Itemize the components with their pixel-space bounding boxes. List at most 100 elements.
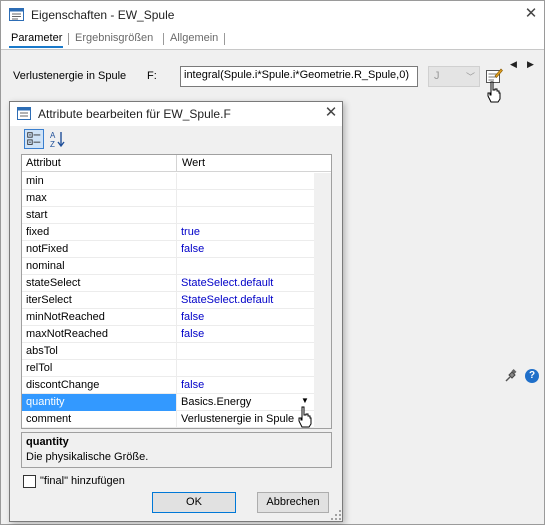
dialog-close-icon[interactable]: ✕ xyxy=(323,105,339,121)
attribute-name: discontChange xyxy=(26,379,100,391)
grid-scrollbar-area xyxy=(314,173,331,428)
description-panel: quantity Die physikalische Größe. xyxy=(21,432,332,468)
window-title: Eigenschaften - EW_Spule xyxy=(31,8,175,22)
attribute-row-maxNotReached[interactable]: maxNotReached false xyxy=(22,326,314,343)
attribute-name: start xyxy=(26,209,48,221)
description-text: Die physikalische Größe. xyxy=(26,451,149,463)
attribute-value[interactable]: StateSelect.default xyxy=(181,294,273,306)
unit-select[interactable]: J ﹀ xyxy=(428,66,480,87)
attribute-value[interactable]: StateSelect.default xyxy=(181,277,273,289)
cell-divider xyxy=(176,190,177,207)
attribute-name: max xyxy=(26,192,47,204)
attribute-row-comment[interactable]: comment Verlustenergie in Spule xyxy=(22,411,314,428)
cell-divider xyxy=(176,275,177,292)
attribute-row-nominal[interactable]: nominal xyxy=(22,258,314,275)
attribute-row-iterSelect[interactable]: iterSelect StateSelect.default xyxy=(22,292,314,309)
attribute-row-relTol[interactable]: relTol xyxy=(22,360,314,377)
cell-divider xyxy=(176,241,177,258)
attribute-row-stateSelect[interactable]: stateSelect StateSelect.default xyxy=(22,275,314,292)
final-checkbox-label[interactable]: "final" hinzufügen xyxy=(40,475,125,487)
attribute-row-discontChange[interactable]: discontChange false xyxy=(22,377,314,394)
attribute-value[interactable]: Verlustenergie in Spule xyxy=(181,413,294,425)
attribute-name: notFixed xyxy=(26,243,69,255)
attribute-name: fixed xyxy=(26,226,50,238)
window-titlebar: Eigenschaften - EW_Spule ✕ xyxy=(1,1,544,28)
attribute-row-notFixed[interactable]: notFixed false xyxy=(22,241,314,258)
hand-cursor-icon xyxy=(298,406,312,428)
tab-bar: Parameter Ergebnisgrößen Allgemein ◀ ▶ xyxy=(1,28,544,69)
attribute-value[interactable]: false xyxy=(181,311,204,323)
window-close-icon[interactable]: ✕ xyxy=(523,6,539,22)
cell-divider xyxy=(176,377,177,394)
cell-divider xyxy=(176,207,177,224)
tab-allgemein[interactable]: Allgemein xyxy=(170,32,218,44)
parameter-name: F: xyxy=(147,70,157,82)
cell-divider xyxy=(176,343,177,360)
grid-header: Attribut Wert xyxy=(22,155,331,172)
attribute-grid: Attribut Wert min max start fixed true notFix… xyxy=(21,154,332,429)
attribute-value[interactable]: false xyxy=(181,379,204,391)
cell-divider xyxy=(176,360,177,377)
dialog-titlebar: Attribute bearbeiten für EW_Spule.F ✕ xyxy=(10,102,342,126)
final-checkbox[interactable] xyxy=(23,475,36,488)
cell-divider xyxy=(176,173,177,190)
tab-separator xyxy=(68,33,69,45)
attribute-row-quantity[interactable]: quantity Basics.Energy ▼ xyxy=(22,394,314,411)
edit-attributes-dialog: Attribute bearbeiten für EW_Spule.F ✕ A … xyxy=(9,101,343,522)
attribute-value[interactable]: true xyxy=(181,226,200,238)
attribute-name: comment xyxy=(26,413,72,425)
attribute-name: nominal xyxy=(26,260,65,272)
attribute-name: quantity xyxy=(26,396,65,408)
attribute-value[interactable]: Basics.Energy xyxy=(181,396,251,408)
attribute-row-max[interactable]: max xyxy=(22,190,314,207)
cell-divider xyxy=(176,309,177,326)
cell-divider xyxy=(176,258,177,275)
tab-scroll-right-icon[interactable]: ▶ xyxy=(527,59,534,70)
tab-parameter[interactable]: Parameter xyxy=(11,32,62,44)
attribute-row-fixed[interactable]: fixed true xyxy=(22,224,314,241)
tab-separator xyxy=(224,33,225,45)
alphabetical-sort-icon[interactable]: A Z xyxy=(48,129,68,149)
help-icon[interactable]: ? xyxy=(525,369,539,383)
cell-divider xyxy=(176,326,177,343)
svg-text:A: A xyxy=(50,131,56,140)
dialog-window-icon xyxy=(17,107,31,120)
attribute-row-absTol[interactable]: absTol xyxy=(22,343,314,360)
cell-divider xyxy=(176,224,177,241)
attribute-row-minNotReached[interactable]: minNotReached false xyxy=(22,309,314,326)
svg-text:Z: Z xyxy=(50,140,55,149)
attribute-name: maxNotReached xyxy=(26,328,108,340)
attribute-name: min xyxy=(26,175,44,187)
dialog-title: Attribute bearbeiten für EW_Spule.F xyxy=(38,107,231,121)
chevron-down-icon: ﹀ xyxy=(465,72,475,82)
parameter-value-input[interactable]: integral(Spule.i*Spule.i*Geometrie.R_Spu… xyxy=(180,66,418,87)
parameter-label: Verlustenergie in Spule xyxy=(13,70,127,82)
cell-divider xyxy=(176,292,177,309)
tab-separator xyxy=(163,33,164,45)
column-header-attribut[interactable]: Attribut xyxy=(26,157,61,169)
cell-divider xyxy=(176,394,177,411)
attribute-value[interactable]: false xyxy=(181,243,204,255)
active-tab-indicator xyxy=(9,46,63,48)
dropdown-arrow-icon[interactable]: ▼ xyxy=(301,396,309,405)
attribute-name: relTol xyxy=(26,362,53,374)
cell-divider xyxy=(176,411,177,428)
unit-select-value: J xyxy=(434,70,440,82)
attribute-row-start[interactable]: start xyxy=(22,207,314,224)
attribute-name: minNotReached xyxy=(26,311,105,323)
cancel-button[interactable]: Abbrechen xyxy=(257,492,329,513)
description-title: quantity xyxy=(26,436,69,448)
column-separator[interactable] xyxy=(176,155,177,172)
attribute-row-min[interactable]: min xyxy=(22,173,314,190)
pin-icon[interactable] xyxy=(504,369,518,383)
resize-grip-icon[interactable] xyxy=(330,509,342,521)
column-header-wert[interactable]: Wert xyxy=(182,157,205,169)
tab-scroll-left-icon[interactable]: ◀ xyxy=(510,59,517,70)
properties-window-icon xyxy=(9,8,24,21)
attribute-value[interactable]: false xyxy=(181,328,204,340)
attribute-name: iterSelect xyxy=(26,294,72,306)
categorized-view-icon[interactable] xyxy=(24,129,44,149)
ok-button[interactable]: OK xyxy=(152,492,236,513)
grid-rows: min max start fixed true notFixed false nominal… xyxy=(22,173,314,428)
tab-ergebnisgroessen[interactable]: Ergebnisgrößen xyxy=(75,32,153,44)
